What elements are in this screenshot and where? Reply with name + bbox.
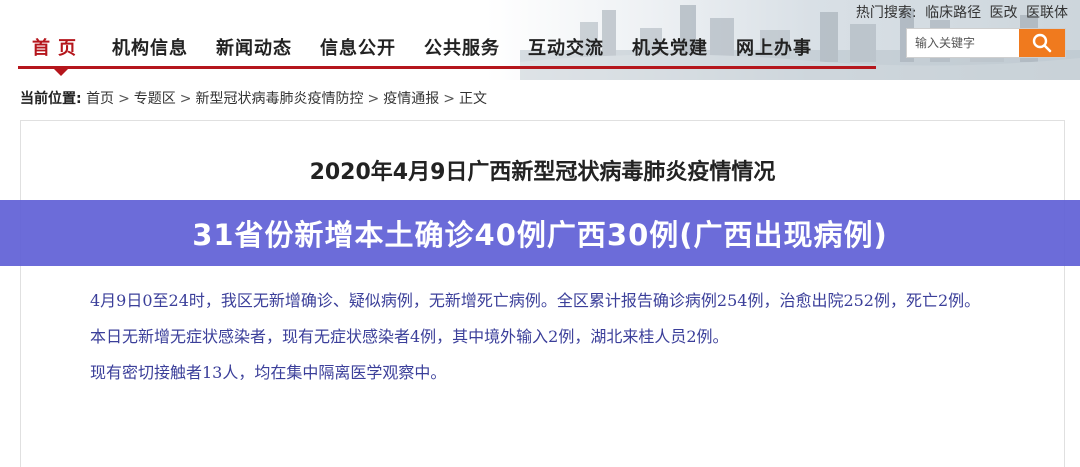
nav-underline — [18, 66, 876, 69]
nav-active-pointer — [54, 69, 68, 76]
hot-link-medical-alliance[interactable]: 医联体 — [1026, 5, 1068, 21]
main-nav: 首页 机构信息 新闻动态 信息公开 公共服务 互动交流 机关党建 网上办事 — [18, 34, 826, 68]
hot-link-medical-reform[interactable]: 医改 — [990, 5, 1018, 21]
search-button[interactable] — [1019, 29, 1065, 57]
nav-item-online-services[interactable]: 网上办事 — [722, 34, 826, 68]
nav-item-interaction[interactable]: 互动交流 — [514, 34, 618, 68]
hot-link-clinical-pathway[interactable]: 临床路径 — [925, 5, 981, 21]
nav-item-info-disclosure[interactable]: 信息公开 — [306, 34, 410, 68]
article-paragraph: 4月9日0至24时，我区无新增确诊、疑似病例，无新增死亡病例。全区累计报告确诊病… — [90, 291, 981, 310]
breadcrumb-separator: > — [367, 91, 380, 107]
breadcrumb-label: 当前位置: — [20, 91, 82, 107]
breadcrumb-separator: > — [443, 91, 455, 107]
nav-item-institution-info[interactable]: 机构信息 — [98, 34, 202, 68]
search-box — [906, 28, 1066, 58]
breadcrumb-separator: > — [179, 91, 192, 107]
article-paragraph: 本日无新增无症状感染者，现有无症状感染者4例，其中境外输入2例，湖北来桂人员2例… — [90, 327, 729, 346]
banner-text: 31省份新增本土确诊40例广西30例(广西出现病例) — [192, 218, 888, 252]
hot-search-label: 热门搜索: — [855, 5, 917, 21]
breadcrumb-home[interactable]: 首页 — [86, 91, 114, 107]
article-title: 2020年4月9日广西新型冠状病毒肺炎疫情情况 — [309, 160, 776, 185]
search-input[interactable] — [907, 29, 1019, 57]
breadcrumb-topic-area[interactable]: 专题区 — [134, 91, 176, 107]
nav-item-party-building[interactable]: 机关党建 — [618, 34, 722, 68]
nav-item-news[interactable]: 新闻动态 — [202, 34, 306, 68]
breadcrumb-current: 正文 — [459, 91, 487, 107]
breadcrumb-separator: > — [118, 91, 130, 107]
nav-item-public-services[interactable]: 公共服务 — [410, 34, 514, 68]
hot-search-bar: 热门搜索: 临床路径 医改 医联体 — [852, 2, 1068, 22]
magnifier-icon — [1032, 33, 1052, 53]
headline-banner: 31省份新增本土确诊40例广西30例(广西出现病例) — [0, 200, 1080, 266]
breadcrumb-epidemic-report[interactable]: 疫情通报 — [383, 91, 439, 107]
nav-item-home[interactable]: 首页 — [18, 34, 98, 68]
article-body: 4月9日0至24时，我区无新增确诊、疑似病例，无新增死亡病例。全区累计报告确诊病… — [52, 283, 1052, 391]
article-paragraph: 现有密切接触者13人，均在集中隔离医学观察中。 — [90, 363, 447, 382]
breadcrumb: 当前位置: 首页 > 专题区 > 新型冠状病毒肺炎疫情防控 > 疫情通报 > 正文 — [20, 88, 487, 108]
breadcrumb-covid-prevention[interactable]: 新型冠状病毒肺炎疫情防控 — [196, 91, 364, 107]
